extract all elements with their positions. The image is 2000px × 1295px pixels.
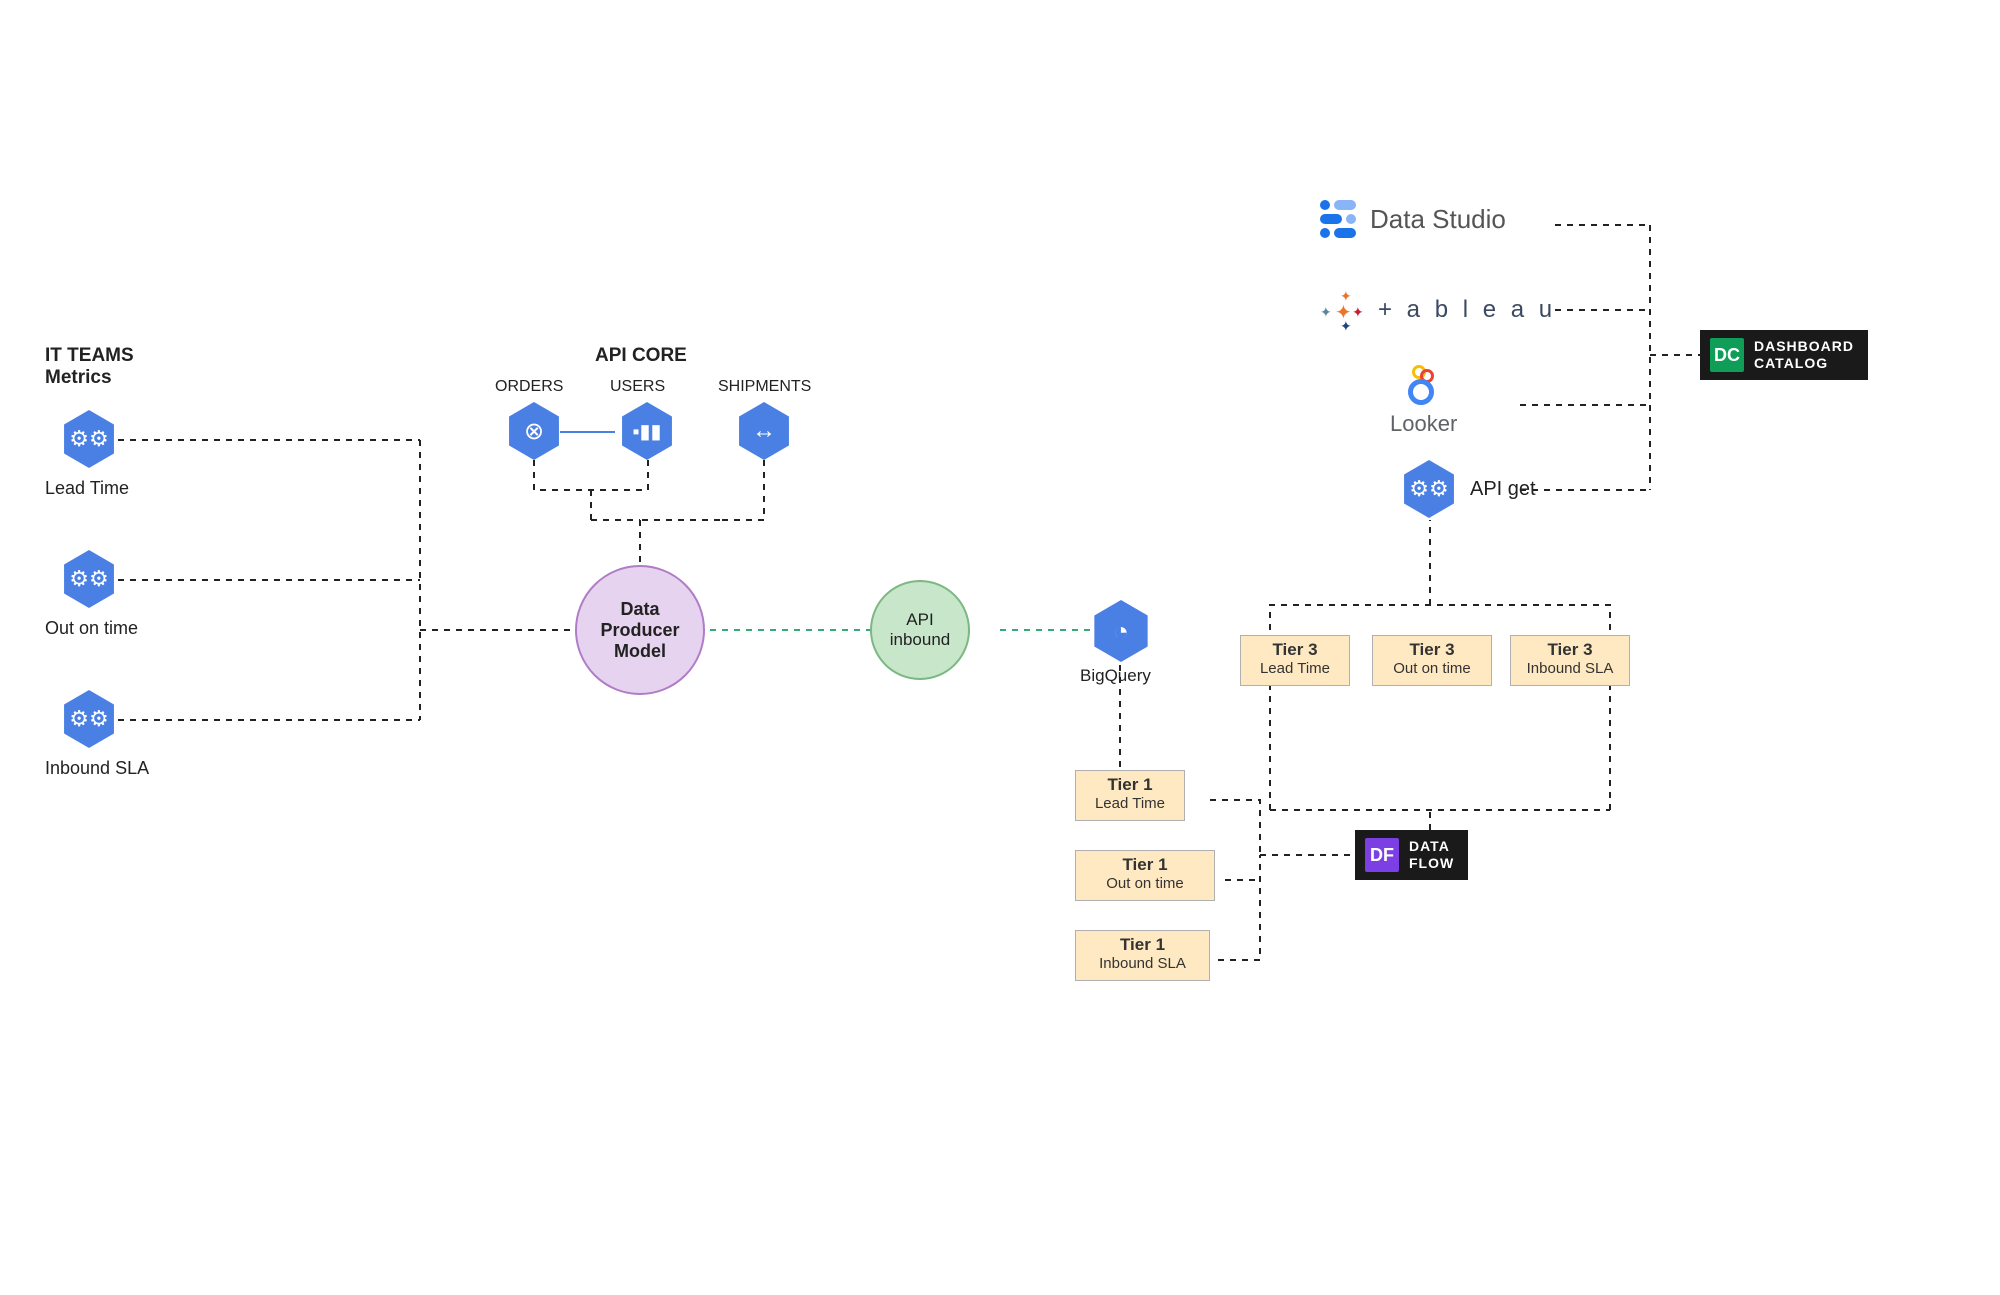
producer-line2: Producer xyxy=(600,620,679,641)
connectors: .dash { fill:none; stroke:#222; stroke-w… xyxy=(0,0,2000,1295)
api-core-title: API CORE xyxy=(595,345,687,367)
api-core-orders-label: ORDERS xyxy=(495,378,563,396)
dashboard-catalog-box: DC DASHBOARD CATALOG xyxy=(1700,330,1868,380)
metric-out-on-time-label: Out on time xyxy=(45,618,138,639)
data-flow-badge: DF xyxy=(1365,838,1399,872)
it-teams-title-line1: IT TEAMS xyxy=(45,345,134,367)
tier1-out-on-time-tier: Tier 1 xyxy=(1086,855,1204,875)
tableau-icon: ✦ ✦ ✦ ✦ ✦ xyxy=(1320,288,1364,332)
api-inbound-line2: inbound xyxy=(890,630,951,650)
bigquery-icon: ◔ xyxy=(1090,600,1152,662)
looker-icon xyxy=(1404,365,1444,409)
shipments-icon: ↔ xyxy=(735,402,793,460)
gears-hex-icon: ⚙⚙ xyxy=(60,550,118,608)
tier3-inbound-sla-metric: Inbound SLA xyxy=(1521,660,1619,677)
producer-line3: Model xyxy=(614,641,666,662)
tier3-lead-time-metric: Lead Time xyxy=(1251,660,1339,677)
tier3-lead-time-tier: Tier 3 xyxy=(1251,640,1339,660)
api-core-orders-hex: ⊗ xyxy=(505,402,563,460)
api-inbound: API inbound xyxy=(870,580,970,680)
dashboard-catalog-label: DASHBOARD CATALOG xyxy=(1754,338,1854,372)
api-inbound-line1: API xyxy=(906,610,933,630)
users-icon: ▪▮▮ xyxy=(618,402,676,460)
tier1-inbound-sla-metric: Inbound SLA xyxy=(1086,955,1199,972)
tier3-inbound-sla: Tier 3 Inbound SLA xyxy=(1510,635,1630,686)
api-core-shipments-label: SHIPMENTS xyxy=(718,378,811,396)
bigquery-label: BigQuery xyxy=(1080,666,1151,686)
tier3-lead-time: Tier 3 Lead Time xyxy=(1240,635,1350,686)
data-producer-model: Data Producer Model xyxy=(575,565,705,695)
metric-lead-time: ⚙⚙ xyxy=(60,410,118,468)
tier3-out-on-time-tier: Tier 3 xyxy=(1383,640,1481,660)
api-get-hex: ⚙⚙ xyxy=(1400,460,1458,518)
it-teams-title-line2: Metrics xyxy=(45,367,134,389)
tool-data-studio: Data Studio xyxy=(1320,200,1506,238)
tier1-lead-time: Tier 1 Lead Time xyxy=(1075,770,1185,821)
data-studio-label: Data Studio xyxy=(1370,204,1506,235)
api-core-shipments-hex: ↔ xyxy=(735,402,793,460)
tier1-inbound-sla: Tier 1 Inbound SLA xyxy=(1075,930,1210,981)
api-core-users-hex: ▪▮▮ xyxy=(618,402,676,460)
it-teams-section: IT TEAMS Metrics xyxy=(45,345,134,389)
producer-line1: Data xyxy=(620,599,659,620)
tool-tableau: ✦ ✦ ✦ ✦ ✦ + a b l e a u xyxy=(1320,288,1556,332)
metric-inbound-sla-label: Inbound SLA xyxy=(45,758,149,779)
gears-hex-icon: ⚙⚙ xyxy=(60,410,118,468)
tier3-out-on-time: Tier 3 Out on time xyxy=(1372,635,1492,686)
metric-out-on-time: ⚙⚙ xyxy=(60,550,118,608)
tier3-out-on-time-metric: Out on time xyxy=(1383,660,1481,677)
api-get-label: API get xyxy=(1470,478,1536,501)
api-core-users-label: USERS xyxy=(610,378,665,396)
tier1-inbound-sla-tier: Tier 1 xyxy=(1086,935,1199,955)
tool-looker: Looker xyxy=(1390,365,1457,437)
tier1-lead-time-metric: Lead Time xyxy=(1086,795,1174,812)
tier1-out-on-time: Tier 1 Out on time xyxy=(1075,850,1215,901)
data-flow-box: DF DATA FLOW xyxy=(1355,830,1468,880)
looker-label: Looker xyxy=(1390,411,1457,437)
tier1-out-on-time-metric: Out on time xyxy=(1086,875,1204,892)
dashboard-catalog-badge: DC xyxy=(1710,338,1744,372)
gears-hex-icon: ⚙⚙ xyxy=(60,690,118,748)
tier1-lead-time-tier: Tier 1 xyxy=(1086,775,1174,795)
api-get-icon: ⚙⚙ xyxy=(1400,460,1458,518)
orders-icon: ⊗ xyxy=(505,402,563,460)
tier3-inbound-sla-tier: Tier 3 xyxy=(1521,640,1619,660)
metric-lead-time-label: Lead Time xyxy=(45,478,129,499)
data-flow-label: DATA FLOW xyxy=(1409,838,1454,872)
data-studio-icon xyxy=(1320,200,1356,238)
metric-inbound-sla: ⚙⚙ xyxy=(60,690,118,748)
tableau-label: + a b l e a u xyxy=(1378,296,1556,324)
bigquery-hex: ◔ xyxy=(1090,600,1152,662)
